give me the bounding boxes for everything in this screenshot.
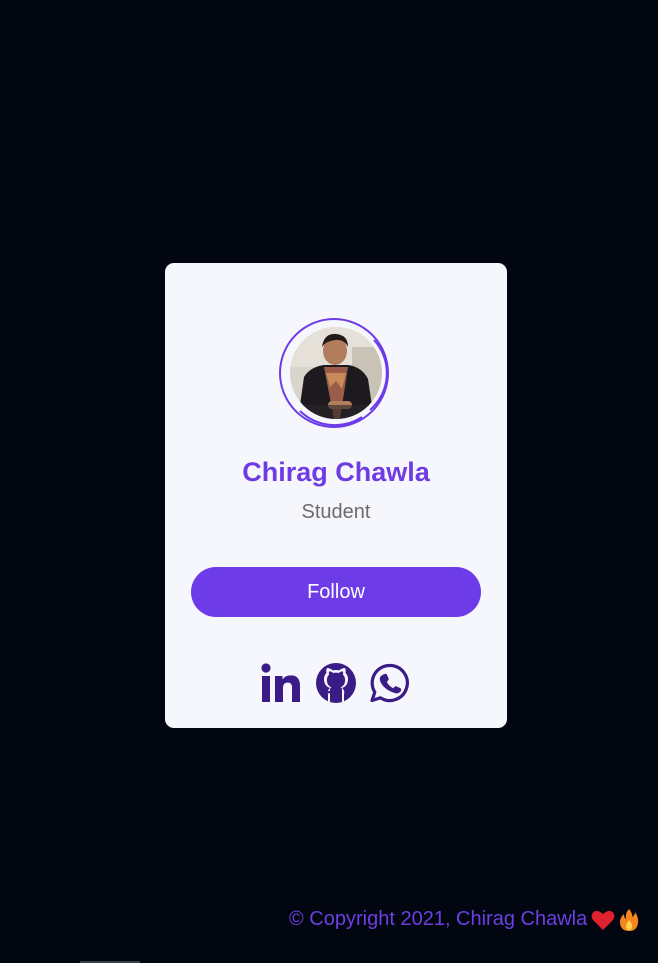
avatar-photo	[290, 327, 382, 419]
follow-button[interactable]: Follow	[191, 567, 481, 617]
linkedin-link[interactable]	[261, 662, 303, 704]
page: Chirag Chawla Student Follow © Copyright…	[0, 0, 658, 963]
linkedin-icon	[261, 663, 300, 702]
github-link[interactable]	[315, 662, 357, 704]
profile-name: Chirag Chawla	[242, 457, 430, 487]
profile-card: Chirag Chawla Student Follow	[165, 263, 507, 728]
avatar	[278, 315, 390, 431]
fire-icon	[619, 908, 639, 932]
whatsapp-icon	[370, 663, 409, 703]
whatsapp-link[interactable]	[369, 662, 411, 704]
heart-icon	[591, 909, 615, 931]
social-links	[261, 662, 411, 706]
footer-text: © Copyright 2021, Chirag Chawla	[289, 908, 588, 930]
profile-role: Student	[301, 501, 371, 523]
github-icon	[316, 663, 356, 703]
footer-copyright: © Copyright 2021, Chirag Chawla	[289, 907, 639, 932]
